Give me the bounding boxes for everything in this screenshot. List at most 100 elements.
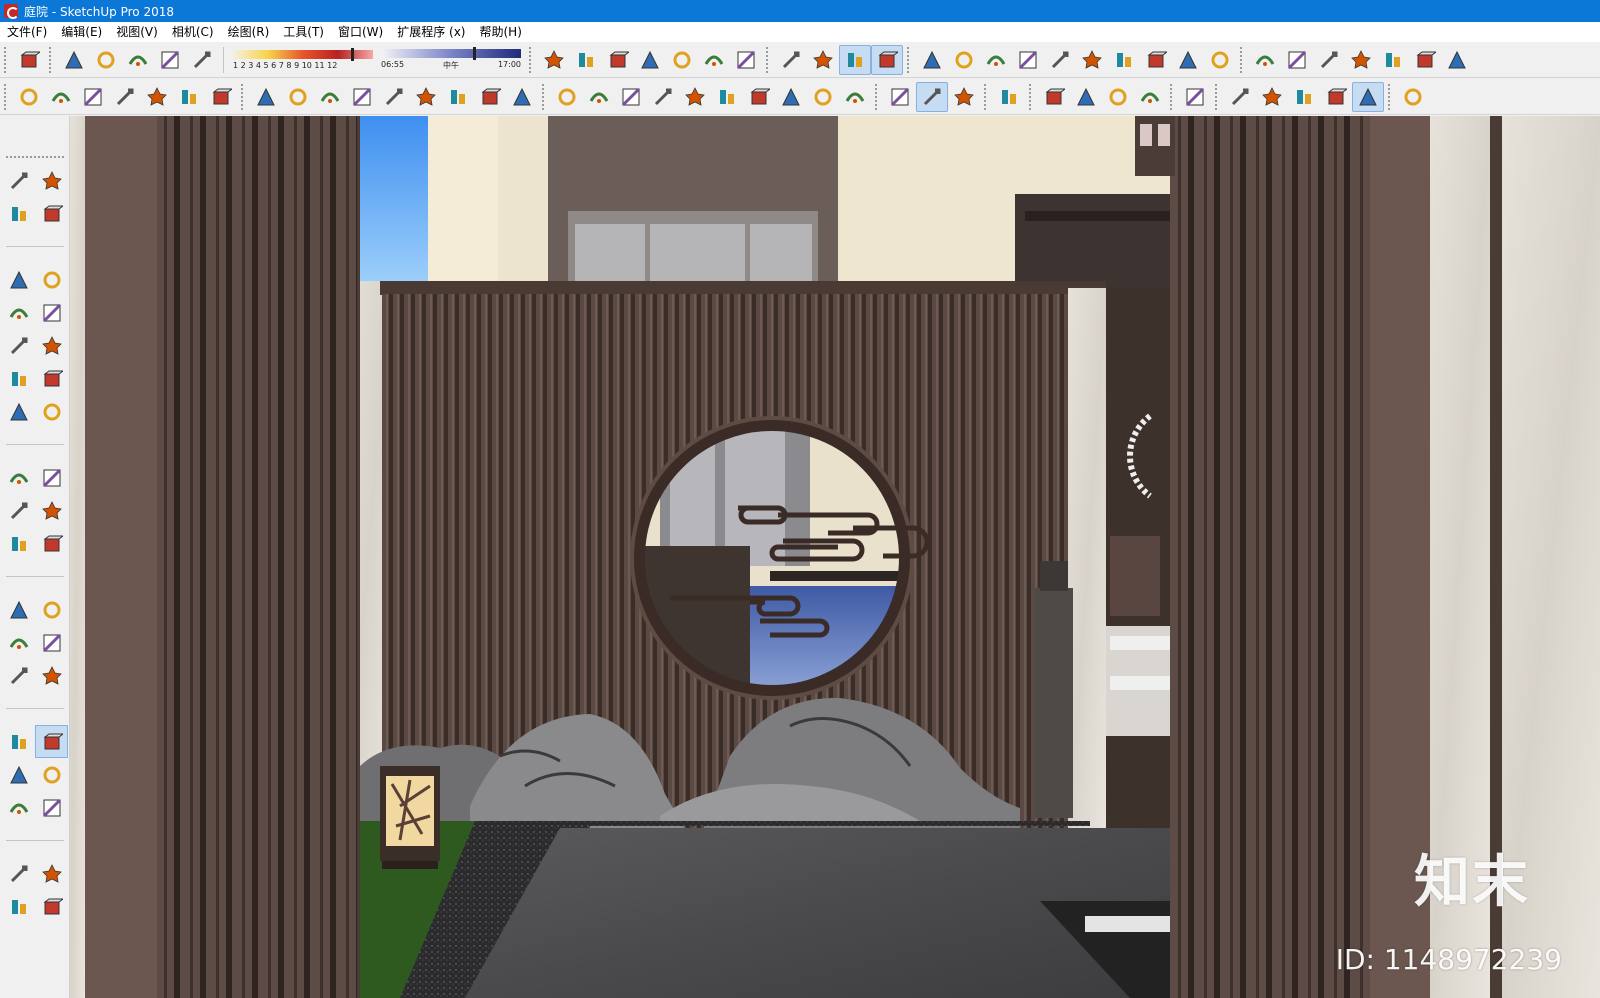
text-label-tool[interactable] <box>35 626 68 659</box>
toolbar-grip[interactable] <box>542 83 548 110</box>
component-make-tool[interactable] <box>35 164 68 197</box>
tools-kit-button[interactable] <box>775 82 807 112</box>
house-outline-button[interactable] <box>1409 45 1441 75</box>
curve-edit-button[interactable] <box>346 82 378 112</box>
square-button[interactable] <box>1134 82 1166 112</box>
toolbar-grip[interactable] <box>907 46 913 73</box>
shadow-time-slider[interactable]: 06:55 中午 17:00 <box>381 45 521 75</box>
select-arrow-tool[interactable] <box>2 164 35 197</box>
menu-edit[interactable]: 编辑(E) <box>54 22 109 42</box>
toolbar-grip[interactable] <box>4 83 10 110</box>
orbit-target-button[interactable] <box>775 45 807 75</box>
3d-text-tool[interactable] <box>35 659 68 692</box>
slider-handle[interactable] <box>351 47 354 61</box>
protractor-tool[interactable] <box>2 626 35 659</box>
toolbar-grip[interactable] <box>1240 46 1246 73</box>
frame-tool-button[interactable] <box>77 82 109 112</box>
pie-tool[interactable] <box>35 395 68 428</box>
arc-tool-button[interactable] <box>474 82 506 112</box>
polygon-tool[interactable] <box>35 329 68 362</box>
toolbar-grip[interactable] <box>49 46 55 73</box>
right-view-button[interactable] <box>154 45 186 75</box>
ib-button[interactable] <box>884 82 916 112</box>
model-viewport[interactable]: 知末 ID: 1148972239 <box>70 116 1600 998</box>
toolbar-grip[interactable] <box>766 46 772 73</box>
toolbar-grip[interactable] <box>241 83 247 110</box>
erase-line-button[interactable] <box>378 82 410 112</box>
circle-tool[interactable] <box>2 329 35 362</box>
sandbox-add-detail-button[interactable] <box>666 45 698 75</box>
surface-button[interactable] <box>916 45 948 75</box>
sandbox-stamp-button[interactable] <box>602 45 634 75</box>
copy-tool-button[interactable] <box>45 82 77 112</box>
garage-button[interactable] <box>1441 45 1473 75</box>
dimension-tool[interactable] <box>35 593 68 626</box>
look-around-tool[interactable] <box>35 857 68 890</box>
labels-button[interactable] <box>743 82 775 112</box>
previous-view-tool[interactable] <box>35 791 68 824</box>
fold-button[interactable] <box>1044 45 1076 75</box>
slider-handle[interactable] <box>473 46 476 60</box>
sandbox-drape-button[interactable] <box>634 45 666 75</box>
sandbox-flip-edge-button[interactable] <box>698 45 730 75</box>
cone-button[interactable] <box>1070 82 1102 112</box>
three-point-arc-tool[interactable] <box>2 395 35 428</box>
bezier-button[interactable] <box>282 82 314 112</box>
toolbar-grip[interactable] <box>1029 83 1035 110</box>
follow-me-tool[interactable] <box>35 494 68 527</box>
flower-gear-button[interactable] <box>1397 82 1429 112</box>
menu-camera[interactable]: 相机(C) <box>165 22 221 42</box>
screen-button[interactable] <box>1288 82 1320 112</box>
line-check-button[interactable] <box>250 82 282 112</box>
sandbox-from-contours-button[interactable] <box>730 45 762 75</box>
grid-tool-button[interactable] <box>109 82 141 112</box>
mesh-button[interactable] <box>1204 45 1236 75</box>
front-view-button[interactable] <box>122 45 154 75</box>
component-cube-button[interactable] <box>839 44 871 75</box>
polyline-button[interactable] <box>314 82 346 112</box>
paint-bucket-tool[interactable] <box>2 197 35 230</box>
rotated-rectangle-tool[interactable] <box>35 296 68 329</box>
layers-button[interactable] <box>13 45 45 75</box>
rectangle-tool[interactable] <box>2 296 35 329</box>
grow-button[interactable] <box>583 82 615 112</box>
toolbar-grip[interactable] <box>6 156 64 161</box>
toolbar-grip[interactable] <box>4 46 10 73</box>
rotate-tool[interactable] <box>2 494 35 527</box>
offset-tool-tool[interactable] <box>35 527 68 560</box>
back-view-button[interactable] <box>186 45 218 75</box>
sandbox-smoove-button[interactable] <box>570 45 602 75</box>
extension-cube-button[interactable] <box>871 44 903 75</box>
section-plane-tool[interactable] <box>35 890 68 923</box>
stair-tool-button[interactable] <box>173 82 205 112</box>
move-tool[interactable] <box>2 461 35 494</box>
two-point-arc-tool[interactable] <box>35 362 68 395</box>
menu-file[interactable]: 文件(F) <box>0 22 54 42</box>
fan-surface-button[interactable] <box>980 45 1012 75</box>
array-button[interactable] <box>711 82 743 112</box>
push-down-button[interactable] <box>615 82 647 112</box>
top-view-button[interactable] <box>90 45 122 75</box>
pipe-bend-button[interactable] <box>1172 45 1204 75</box>
scale-tool[interactable] <box>2 527 35 560</box>
position-camera-tool[interactable] <box>2 857 35 890</box>
cleanup-button[interactable] <box>916 81 948 112</box>
toolbar-grip[interactable] <box>1215 83 1221 110</box>
box-open-button[interactable] <box>1377 45 1409 75</box>
chain-button[interactable] <box>442 82 474 112</box>
home-button[interactable] <box>1345 45 1377 75</box>
red-arrow-button[interactable] <box>506 82 538 112</box>
house-3d-button[interactable] <box>1281 45 1313 75</box>
menu-tools[interactable]: 工具(T) <box>276 22 331 42</box>
fence-tool-button[interactable] <box>141 82 173 112</box>
freehand-tool[interactable] <box>35 263 68 296</box>
pan-hand-tool[interactable] <box>35 725 68 758</box>
line-pencil-tool[interactable] <box>2 263 35 296</box>
camera-button[interactable] <box>1320 82 1352 112</box>
menu-extensions[interactable]: 扩展程序 (x) <box>390 22 472 42</box>
toolbar-grip[interactable] <box>875 83 881 110</box>
tangent-button[interactable] <box>1076 45 1108 75</box>
iso-view-button[interactable] <box>58 45 90 75</box>
time-track[interactable] <box>381 46 521 60</box>
toolbar-grip[interactable] <box>1170 83 1176 110</box>
